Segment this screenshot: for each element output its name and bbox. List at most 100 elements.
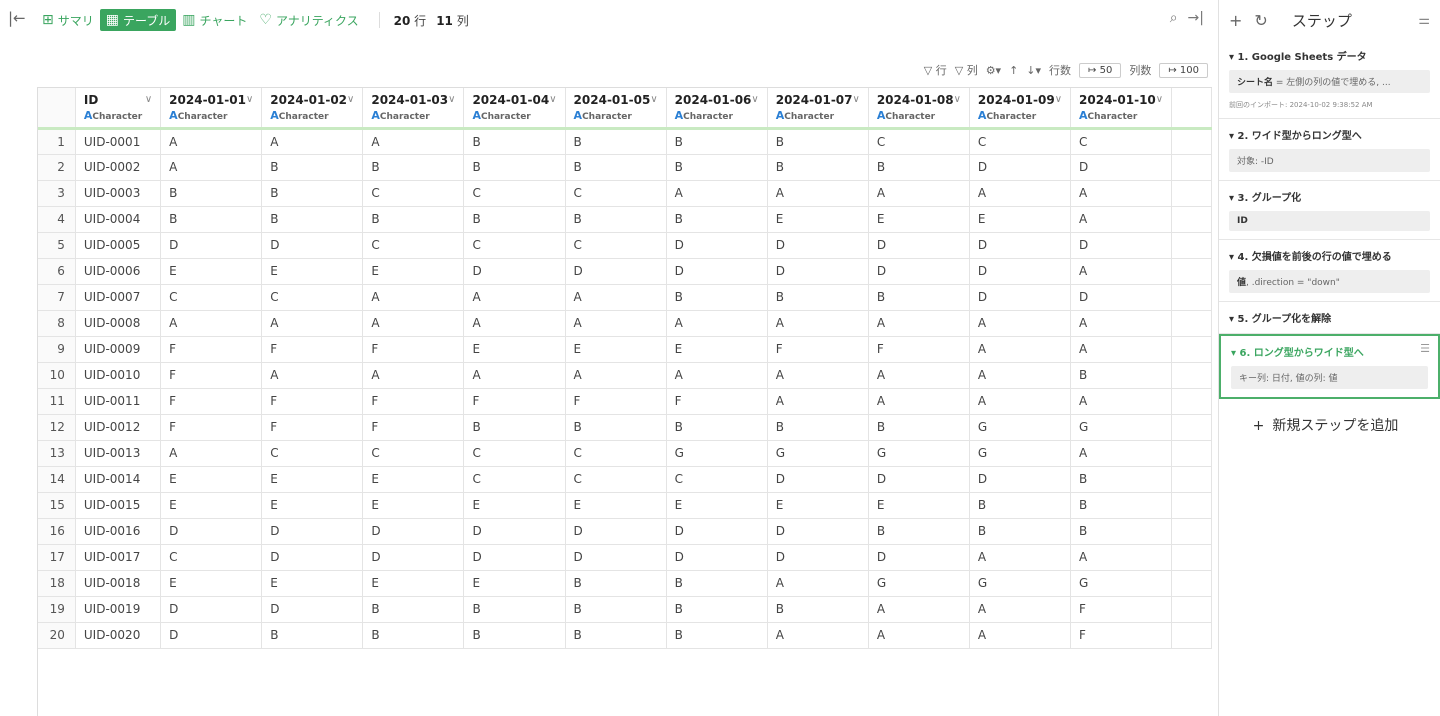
table-cell[interactable]: C bbox=[565, 180, 667, 207]
table-cell[interactable]: E bbox=[463, 336, 566, 363]
table-cell[interactable]: E bbox=[565, 492, 667, 519]
column-filter-button[interactable]: ▽ 列 bbox=[955, 62, 978, 78]
table-cell[interactable]: D bbox=[767, 258, 869, 285]
table-cell[interactable]: E bbox=[362, 570, 465, 597]
table-cell[interactable]: D bbox=[969, 232, 1072, 259]
table-cell[interactable]: B bbox=[463, 154, 566, 181]
table-cell[interactable]: A bbox=[565, 310, 667, 337]
table-cell[interactable]: D bbox=[666, 232, 768, 259]
step-title[interactable]: ▾ 2. ワイド型からロング型へ bbox=[1229, 127, 1430, 142]
table-cell[interactable]: D bbox=[362, 518, 465, 545]
table-cell[interactable]: D bbox=[1070, 154, 1173, 181]
table-cell[interactable]: C bbox=[463, 440, 566, 467]
table-cell[interactable]: B bbox=[767, 596, 869, 623]
table-cell[interactable]: UID-0001 bbox=[75, 128, 162, 155]
table-cell[interactable]: C bbox=[1070, 128, 1173, 155]
table-cell[interactable]: B bbox=[868, 518, 970, 545]
chevron-down-icon[interactable]: ∨ bbox=[751, 94, 758, 105]
table-cell[interactable]: E bbox=[362, 492, 465, 519]
table-cell[interactable]: UID-0017 bbox=[75, 544, 162, 571]
table-cell[interactable]: B bbox=[261, 206, 364, 233]
table-cell[interactable]: A bbox=[868, 596, 970, 623]
step-title[interactable]: ▾ 4. 欠損値を前後の行の値で埋める bbox=[1229, 248, 1430, 263]
table-cell[interactable]: D bbox=[160, 622, 263, 649]
column-header[interactable]: 2024-01-09 ∨ ACharacter bbox=[969, 88, 1072, 130]
table-cell[interactable]: A bbox=[160, 154, 263, 181]
table-cell[interactable]: D bbox=[767, 544, 869, 571]
table-cell[interactable]: B bbox=[767, 284, 869, 311]
column-header[interactable]: 2024-01-04 ∨ ACharacter bbox=[463, 88, 566, 130]
table-cell[interactable]: A bbox=[261, 310, 364, 337]
table-cell[interactable]: UID-0018 bbox=[75, 570, 162, 597]
table-cell[interactable]: E bbox=[868, 492, 970, 519]
table-cell[interactable]: E bbox=[362, 466, 465, 493]
table-cell[interactable]: D bbox=[868, 544, 970, 571]
table-cell[interactable]: D bbox=[463, 544, 566, 571]
table-cell[interactable]: D bbox=[969, 258, 1072, 285]
column-header[interactable]: 2024-01-06 ∨ ACharacter bbox=[666, 88, 768, 130]
table-cell[interactable]: G bbox=[868, 570, 970, 597]
table-cell[interactable]: D bbox=[261, 232, 364, 259]
table-cell[interactable]: C bbox=[463, 466, 566, 493]
table-cell[interactable]: A bbox=[767, 570, 869, 597]
table-cell[interactable]: UID-0009 bbox=[75, 336, 162, 363]
table-cell[interactable]: E bbox=[160, 570, 263, 597]
table-cell[interactable]: UID-0008 bbox=[75, 310, 162, 337]
table-cell[interactable]: UID-0020 bbox=[75, 622, 162, 649]
table-cell[interactable]: D bbox=[160, 232, 263, 259]
table-cell[interactable]: C bbox=[565, 466, 667, 493]
table-cell[interactable]: B bbox=[463, 206, 566, 233]
step-title[interactable]: ▾ 6. ロング型からワイド型へ bbox=[1231, 344, 1428, 359]
table-cell[interactable]: D bbox=[362, 544, 465, 571]
chevron-down-icon[interactable]: ∨ bbox=[347, 94, 354, 105]
table-cell[interactable]: A bbox=[160, 310, 263, 337]
table-cell[interactable]: A bbox=[1070, 206, 1173, 233]
table-cell[interactable]: E bbox=[767, 492, 869, 519]
table-cell[interactable]: D bbox=[666, 544, 768, 571]
table-cell[interactable]: A bbox=[666, 362, 768, 389]
chevron-down-icon[interactable]: ∨ bbox=[954, 94, 961, 105]
table-cell[interactable]: E bbox=[261, 570, 364, 597]
table-cell[interactable]: A bbox=[868, 180, 970, 207]
table-cell[interactable]: D bbox=[1070, 232, 1173, 259]
menu-icon[interactable]: ☰ bbox=[1420, 342, 1430, 355]
table-cell[interactable]: B bbox=[261, 154, 364, 181]
cols-limit-input[interactable]: ↦ 100 bbox=[1159, 62, 1208, 78]
table-cell[interactable]: G bbox=[767, 440, 869, 467]
table-cell[interactable]: B bbox=[868, 414, 970, 441]
step-item[interactable]: ▾ 1. Google Sheets データ シート名 = 左側の列の値で埋める,… bbox=[1219, 40, 1440, 119]
table-cell[interactable]: B bbox=[1070, 492, 1173, 519]
table-cell[interactable]: A bbox=[969, 336, 1072, 363]
table-cell[interactable]: D bbox=[868, 232, 970, 259]
table-cell[interactable]: D bbox=[261, 596, 364, 623]
search-icon[interactable]: ⌕ bbox=[1170, 10, 1178, 26]
column-header[interactable]: 2024-01-10 ∨ ACharacter bbox=[1070, 88, 1173, 130]
table-cell[interactable]: A bbox=[160, 128, 263, 155]
column-header[interactable]: 2024-01-01 ∨ ACharacter bbox=[160, 88, 263, 130]
table-cell[interactable]: F bbox=[463, 388, 566, 415]
table-cell[interactable]: A bbox=[463, 310, 566, 337]
table-cell[interactable]: D bbox=[868, 466, 970, 493]
table-cell[interactable]: A bbox=[565, 362, 667, 389]
column-header[interactable]: 2024-01-08 ∨ ACharacter bbox=[868, 88, 970, 130]
table-cell[interactable]: F bbox=[362, 388, 465, 415]
table-cell[interactable]: G bbox=[1070, 570, 1173, 597]
table-cell[interactable]: B bbox=[565, 596, 667, 623]
table-cell[interactable]: UID-0011 bbox=[75, 388, 162, 415]
table-cell[interactable]: A bbox=[666, 310, 768, 337]
table-cell[interactable]: C bbox=[969, 128, 1072, 155]
table-cell[interactable]: B bbox=[160, 206, 263, 233]
table-cell[interactable]: A bbox=[868, 310, 970, 337]
table-cell[interactable]: A bbox=[666, 180, 768, 207]
table-cell[interactable]: A bbox=[969, 180, 1072, 207]
table-cell[interactable]: D bbox=[868, 258, 970, 285]
column-header[interactable]: 2024-01-05 ∨ ACharacter bbox=[565, 88, 667, 130]
table-cell[interactable]: B bbox=[666, 128, 768, 155]
download-icon[interactable]: ↓▾ bbox=[1026, 64, 1041, 77]
table-cell[interactable]: E bbox=[463, 570, 566, 597]
table-cell[interactable]: D bbox=[767, 232, 869, 259]
table-cell[interactable]: A bbox=[362, 128, 465, 155]
tab-table[interactable]: ▦ テーブル bbox=[99, 9, 177, 31]
table-cell[interactable]: A bbox=[362, 284, 465, 311]
table-cell[interactable]: D bbox=[767, 518, 869, 545]
